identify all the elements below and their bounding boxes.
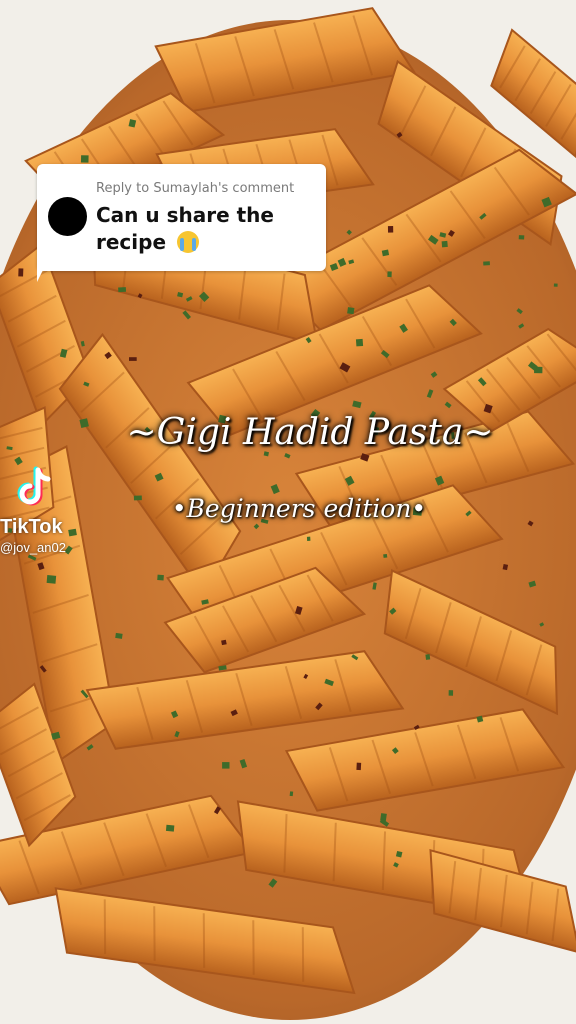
creator-handle: @jov_an02 — [0, 540, 66, 555]
reply-comment-text: Can u share the recipe — [96, 202, 316, 256]
video-subtitle: •Beginners edition• — [171, 494, 427, 523]
loudly-crying-face-icon — [177, 231, 199, 253]
tiktok-brand-text: TikTok — [0, 516, 63, 538]
avatar[interactable] — [48, 197, 87, 236]
reply-header: Reply to Sumaylah's comment — [96, 181, 295, 196]
tiktok-logo-icon — [17, 466, 51, 506]
reply-card-tail — [37, 262, 47, 282]
video-title: ~Gigi Hadid Pasta~ — [126, 412, 494, 453]
